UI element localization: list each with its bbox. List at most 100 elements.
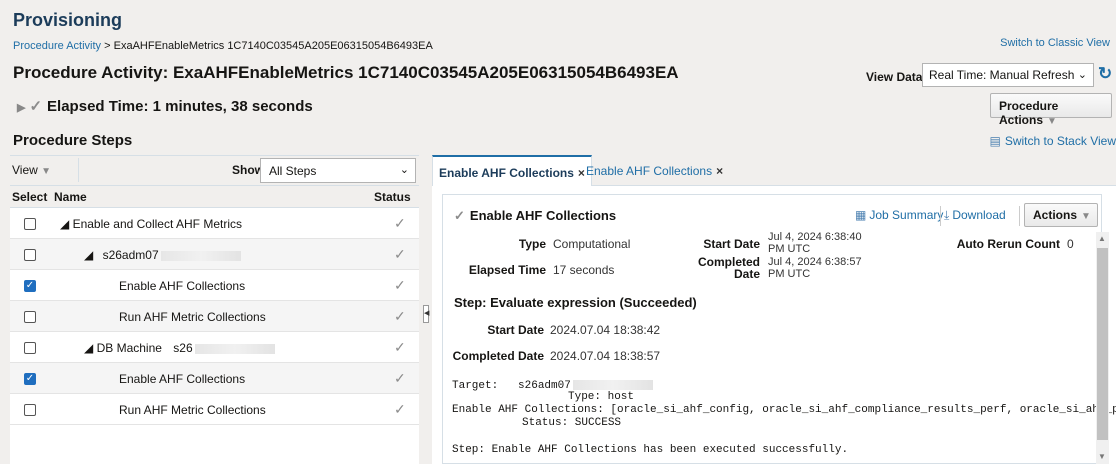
row-name: ◢ s26adm07 — [84, 248, 241, 262]
switch-classic-view-link[interactable]: Switch to Classic View — [1000, 37, 1110, 49]
tab-enable-ahf-collections-1[interactable]: Enable AHF Collections × — [432, 155, 592, 186]
row-checkbox-checked[interactable]: ✓ — [24, 373, 36, 385]
tab-label: Enable AHF Collections — [586, 164, 713, 178]
row-checkbox[interactable] — [24, 342, 36, 354]
scroll-down-icon[interactable]: ▼ — [1098, 452, 1106, 461]
stack-view-icon: ▤ — [989, 134, 1001, 148]
view-menu-button[interactable]: View ▼ — [12, 163, 51, 177]
success-check-icon: ✓ — [394, 246, 406, 262]
success-check-icon: ✓ — [394, 370, 406, 386]
log-status-line: Status: SUCCESS — [522, 417, 622, 429]
elapsed-time-label: Elapsed Time — [468, 263, 546, 277]
dropdown-arrow-icon: ▼ — [1047, 116, 1057, 127]
chevron-down-icon: ⌄ — [399, 164, 409, 176]
row-checkbox[interactable] — [24, 249, 36, 261]
row-name: ◢ Enable and Collect AHF Metrics — [60, 217, 242, 231]
elapsed-time-value: 17 seconds — [553, 263, 615, 277]
checkmark-icon: ✓ — [454, 208, 465, 223]
auto-rerun-count-label: Auto Rerun Count — [956, 237, 1060, 251]
switch-stack-view-link[interactable]: ▤ Switch to Stack View — [989, 134, 1116, 148]
table-row[interactable]: Run AHF Metric Collections ✓ — [10, 394, 419, 425]
dropdown-arrow-icon: ▼ — [41, 166, 52, 177]
actions-button[interactable]: Actions ▼ — [1024, 203, 1098, 227]
step-heading: Step: Evaluate expression (Succeeded) — [454, 295, 697, 310]
success-check-icon: ✓ — [394, 308, 406, 324]
job-summary-link[interactable]: ▦ Job Summary — [855, 208, 943, 222]
start-date-value: Jul 4, 2024 6:38:40 PM UTC — [768, 231, 862, 255]
log-target-label: Target: — [452, 379, 499, 392]
toolbar-divider — [78, 158, 79, 182]
view-data-select[interactable]: Real Time: Manual Refresh ⌄ — [922, 63, 1094, 87]
completed-date-label-line2: Date — [733, 267, 760, 281]
chevron-down-icon: ⌄ — [1077, 69, 1087, 81]
breadcrumb: Procedure Activity > ExaAHFEnableMetrics… — [13, 40, 433, 52]
job-summary-icon: ▦ — [855, 208, 867, 222]
column-header-status: Status — [372, 186, 419, 208]
row-name: ◢ DB Machine s26 — [84, 341, 275, 355]
table-row[interactable]: ✓ Enable AHF Collections ✓ — [10, 270, 419, 301]
collapse-triangle-icon[interactable]: ◢ — [84, 248, 93, 262]
procedure-actions-button[interactable]: Procedure Actions ▼ — [990, 93, 1112, 127]
view-data-label: View Data — [866, 70, 923, 84]
elapsed-time-toggle[interactable]: ▶ ✓ Elapsed Time: 1 minutes, 38 seconds — [17, 97, 313, 115]
start-date-value-line2: PM UTC — [768, 243, 811, 255]
step-completed-date-value: 2024.07.04 18:38:57 — [550, 349, 661, 363]
close-icon[interactable]: × — [716, 164, 723, 178]
table-row[interactable]: ✓ Enable AHF Collections ✓ — [10, 363, 419, 394]
show-select[interactable]: All Steps ⌄ — [260, 158, 416, 183]
log-final-line: Step: Enable AHF Collections has been ex… — [452, 444, 849, 456]
row-checkbox[interactable] — [24, 311, 36, 323]
row-checkbox[interactable] — [24, 404, 36, 416]
row-checkbox[interactable] — [24, 218, 36, 230]
toolbar-divider — [1019, 206, 1020, 226]
success-check-icon: ✓ — [394, 215, 406, 231]
row-name: Run AHF Metric Collections — [119, 310, 266, 324]
scroll-up-icon[interactable]: ▲ — [1098, 234, 1106, 243]
tab-label: Enable AHF Collections — [439, 166, 574, 180]
detail-title-text: Enable AHF Collections — [469, 208, 617, 223]
success-check-icon: ✓ — [394, 277, 406, 293]
log-enable-line: Enable AHF Collections: [oracle_si_ahf_c… — [452, 404, 1116, 416]
page-header-title: Provisioning — [13, 10, 123, 30]
scrollbar-thumb[interactable] — [1097, 248, 1108, 440]
step-start-date-label: Start Date — [487, 323, 544, 337]
view-data-value: Real Time: Manual Refresh — [929, 68, 1075, 82]
show-select-value: All Steps — [269, 164, 317, 178]
download-link[interactable]: ⤓ Download — [944, 208, 1006, 223]
breadcrumb-current: ExaAHFEnableMetrics 1C7140C03545A205E063… — [113, 40, 433, 52]
breadcrumb-link-procedure-activity[interactable]: Procedure Activity — [13, 40, 101, 52]
download-icon: ⤓ — [944, 208, 950, 222]
row-name-text: Enable and Collect AHF Metrics — [72, 217, 242, 231]
collapse-triangle-icon[interactable]: ◢ — [60, 217, 69, 231]
detail-title: ✓ Enable AHF Collections — [454, 208, 616, 224]
breadcrumb-separator: > — [104, 40, 111, 52]
column-header-select: Select — [10, 186, 52, 208]
panel-splitter-handle[interactable]: ◀ — [423, 305, 429, 323]
row-name: Enable AHF Collections — [119, 372, 246, 386]
redacted-text — [194, 343, 275, 354]
table-row[interactable]: ◢ DB Machine s26 ✓ — [10, 332, 419, 363]
step-start-date-value: 2024.07.04 18:38:42 — [550, 323, 661, 337]
elapsed-time-text: Elapsed Time: 1 minutes, 38 seconds — [47, 98, 313, 115]
tab-enable-ahf-collections-2[interactable]: Enable AHF Collections × — [580, 155, 729, 186]
table-row[interactable]: ◢ s26adm07 ✓ — [10, 239, 419, 270]
redacted-text — [160, 250, 241, 261]
refresh-icon[interactable]: ↻ — [1098, 64, 1112, 84]
page-title: Procedure Activity: ExaAHFEnableMetrics … — [13, 63, 679, 82]
toolbar-divider — [940, 206, 941, 226]
switch-stack-view-label: Switch to Stack View — [1004, 134, 1116, 148]
row-name-text: DB Machine — [96, 341, 162, 355]
job-summary-label: Job Summary — [869, 208, 944, 222]
auto-rerun-count-value: 0 — [1067, 237, 1074, 251]
collapse-triangle-icon[interactable]: ◢ — [84, 341, 93, 355]
completed-date-value-line1: Jul 4, 2024 6:38:57 — [768, 256, 862, 268]
procedure-steps-table: Select Name Status ◢ Enable and Collect … — [10, 186, 419, 464]
step-completed-date-label: Completed Date — [452, 349, 544, 363]
table-row[interactable]: ◢ Enable and Collect AHF Metrics ✓ — [10, 208, 419, 239]
row-checkbox-checked[interactable]: ✓ — [24, 280, 36, 292]
table-row[interactable]: Run AHF Metric Collections ✓ — [10, 301, 419, 332]
completed-date-label: Completed Date — [690, 256, 760, 280]
log-type-line: Type: host — [568, 391, 635, 403]
procedure-steps-heading: Procedure Steps — [13, 132, 133, 149]
view-menu-label: View — [12, 163, 38, 177]
